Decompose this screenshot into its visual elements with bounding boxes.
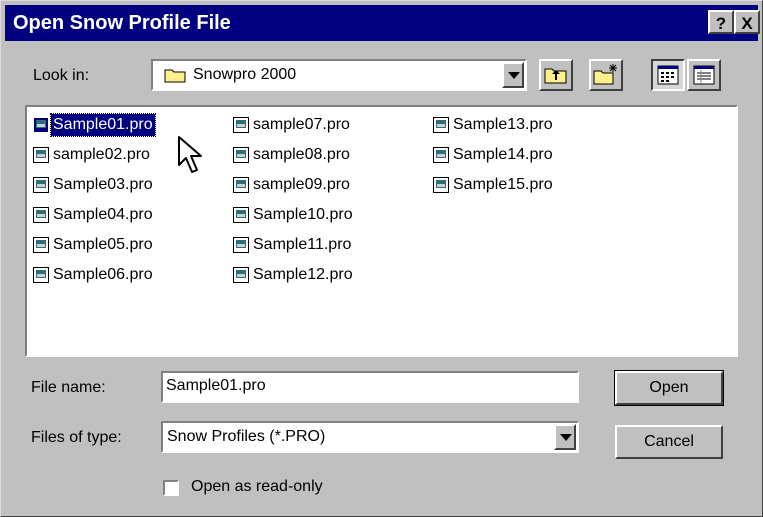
read-only-checkbox[interactable]	[163, 480, 179, 496]
file-icon	[33, 207, 49, 223]
create-new-folder-button[interactable]	[589, 59, 623, 91]
file-item-label: Sample04.pro	[53, 206, 153, 223]
file-item-label: sample02.pro	[53, 146, 150, 163]
file-icon	[33, 117, 49, 133]
file-item-label: Sample11.pro	[253, 236, 352, 253]
file-item-label: Sample01.pro	[50, 113, 156, 137]
file-item-label: sample09.pro	[253, 176, 350, 193]
look-in-dropdown[interactable]: Snowpro 2000	[151, 59, 527, 91]
look-in-label: Look in:	[33, 67, 90, 84]
details-view-icon	[693, 65, 715, 85]
file-icon	[233, 237, 249, 253]
file-item-label: Sample15.pro	[453, 176, 553, 193]
file-icon	[233, 267, 249, 283]
file-item-label: Sample14.pro	[453, 146, 553, 163]
file-type-dropdown-button[interactable]	[554, 424, 576, 450]
file-type-dropdown[interactable]: Snow Profiles (*.PRO)	[161, 421, 579, 453]
file-name-input[interactable]: Sample01.pro	[161, 371, 579, 403]
file-item-label: Sample13.pro	[453, 116, 553, 133]
look-in-value: Snowpro 2000	[193, 66, 297, 83]
file-icon	[33, 147, 49, 163]
file-icon	[433, 117, 449, 133]
file-type-label: Files of type:	[31, 429, 122, 446]
file-item-label: Sample06.pro	[53, 266, 153, 283]
file-item-label: sample08.pro	[253, 146, 350, 163]
list-view-icon	[657, 65, 679, 85]
file-icon	[233, 147, 249, 163]
file-icon	[233, 177, 249, 193]
open-file-dialog: Open Snow Profile File ? X Look in: Snow…	[0, 0, 763, 517]
file-item-label: Sample03.pro	[53, 176, 153, 193]
file-list[interactable]: Sample01.pro sample02.pro Sample03.pro Samp…	[25, 105, 738, 357]
file-name-label: File name:	[31, 379, 106, 396]
file-icon	[433, 177, 449, 193]
list-view-button[interactable]	[651, 59, 685, 91]
close-button[interactable]: X	[734, 10, 760, 34]
up-one-level-icon	[544, 68, 567, 84]
file-item-label: Sample05.pro	[53, 236, 153, 253]
read-only-label[interactable]: Open as read-only	[191, 478, 323, 496]
file-item-label: sample07.pro	[253, 116, 350, 133]
look-in-dropdown-button[interactable]	[502, 62, 524, 88]
file-item-label: Sample10.pro	[253, 206, 353, 223]
file-icon	[233, 117, 249, 133]
details-view-button[interactable]	[687, 59, 721, 91]
file-icon	[233, 207, 249, 223]
up-one-level-button[interactable]	[539, 59, 573, 91]
title-bar[interactable]: Open Snow Profile File ? X	[5, 5, 760, 41]
open-button[interactable]: Open	[614, 370, 724, 406]
file-icon	[433, 147, 449, 163]
file-icon	[33, 267, 49, 283]
file-item-label: Sample12.pro	[253, 266, 353, 283]
dialog-title: Open Snow Profile File	[13, 12, 231, 34]
cancel-button[interactable]: Cancel	[615, 425, 723, 459]
file-icon	[33, 237, 49, 253]
create-new-folder-icon	[593, 64, 617, 85]
folder-icon	[164, 69, 186, 83]
mouse-cursor-icon	[178, 136, 202, 173]
file-icon	[33, 177, 49, 193]
help-button[interactable]: ?	[708, 10, 734, 34]
file-type-value: Snow Profiles (*.PRO)	[167, 428, 326, 445]
